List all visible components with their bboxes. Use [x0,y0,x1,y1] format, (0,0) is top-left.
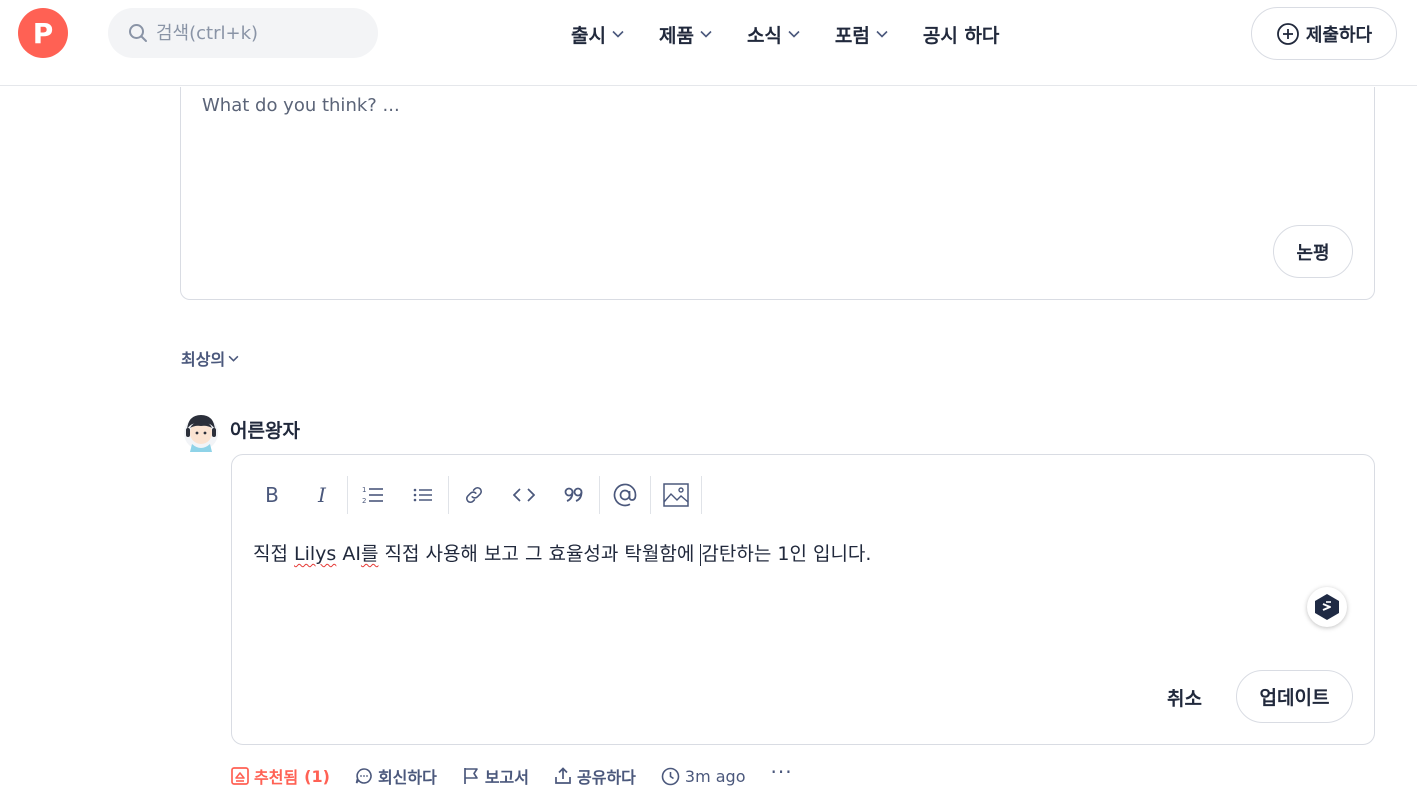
ordered-list-button[interactable]: 12 [353,475,393,515]
text-segment: AI [336,543,361,565]
editor-toolbar: B I 12 [252,475,707,515]
code-icon [513,488,535,502]
comment-button[interactable]: 논평 [1273,225,1353,278]
mention-button[interactable] [605,475,645,515]
comment-timestamp: 3m ago [661,767,746,786]
quote-icon [564,487,583,502]
toolbar-divider [650,476,651,514]
toolbar-divider [599,476,600,514]
nav-label: 공시 하다 [922,24,1000,47]
link-button[interactable] [454,475,494,515]
chevron-down-icon [876,30,888,38]
reply-button[interactable]: 회신하다 [355,764,437,788]
speech-bubble-icon [355,768,372,784]
main-nav: 출시 제품 소식 포럼 공시 하다 [571,20,1034,48]
chevron-down-icon [612,30,624,38]
sort-label: 최상의 [181,350,226,369]
image-icon [663,483,689,507]
svg-text:2: 2 [362,497,366,505]
top-header: P 출시 제품 소식 포럼 공시 하다 제출하다 [0,0,1417,86]
cancel-button[interactable]: 취소 [1167,684,1202,711]
product-hunt-logo[interactable]: P [18,8,68,58]
text-segment: 직접 [253,543,294,565]
logo-letter: P [32,16,54,50]
upvote-button[interactable]: 추천됨 (1) [231,764,330,788]
upvote-label: 추천됨 [254,768,299,787]
svg-text:1: 1 [362,486,366,494]
chevron-down-icon [700,30,712,38]
comment-editor-content[interactable]: 직접 Lilys AI를 직접 사용해 보고 그 효율성과 탁월함에 감탄하는 … [253,539,871,566]
flag-icon [463,768,478,784]
search-input[interactable] [156,22,356,44]
toolbar-divider [701,476,702,514]
ai-assistant-button[interactable] [1307,587,1347,627]
image-button[interactable] [656,475,696,515]
upvote-icon [231,767,249,785]
code-button[interactable] [504,475,544,515]
italic-button[interactable]: I [302,475,342,515]
misspelled-word: Lilys [294,543,337,565]
share-button[interactable]: 공유하다 [554,764,636,788]
misspelled-word: 를 [360,543,379,565]
report-label: 보고서 [484,768,529,787]
submit-label: 제출하다 [1305,24,1373,46]
time-label: 3m ago [684,766,746,786]
link-icon [466,487,482,503]
text-segment: 직접 사용해 보고 그 효율성과 탁월함에 [378,543,701,565]
ordered-list-icon: 12 [362,486,383,505]
toolbar-divider [448,476,449,514]
nav-launches[interactable]: 출시 [571,21,624,48]
update-button[interactable]: 업데이트 [1236,670,1353,723]
ai-assistant-icon [1315,594,1339,620]
nav-label: 제품 [658,24,694,47]
nav-products[interactable]: 제품 [659,21,712,48]
user-avatar[interactable] [182,412,220,452]
bold-button[interactable]: B [252,475,292,515]
search-bar[interactable] [108,8,378,58]
plus-circle-icon [1276,22,1299,45]
nav-label: 소식 [746,24,782,47]
at-sign-icon [613,483,637,507]
nav-news[interactable]: 소식 [747,21,800,48]
text-segment: 감탄하는 1인 입니다. [701,543,872,565]
nav-forums[interactable]: 포럼 [835,21,888,48]
toolbar-divider [347,476,348,514]
nav-advertise[interactable]: 공시 하다 [923,21,1000,48]
comment-actions: 추천됨 (1) 회신하다 보고서 공유하다 3m ago ··· [231,760,793,788]
nav-label: 포럼 [834,24,870,47]
search-icon [129,24,147,42]
upvote-count: (1) [304,766,330,786]
submit-button[interactable]: 제출하다 [1251,7,1397,60]
chevron-down-icon [788,30,800,38]
reply-label: 회신하다 [377,768,437,787]
report-button[interactable]: 보고서 [462,764,529,788]
quote-button[interactable] [554,475,594,515]
share-icon [555,767,571,784]
comment-username[interactable]: 어른왕자 [230,416,300,443]
comment-input[interactable] [202,95,1302,215]
clock-icon [661,767,680,785]
comment-editor: B I 12 직접 Lilys AI를 직접 사용해 보고 그 효율성과 탁월함… [231,454,1375,745]
sort-dropdown[interactable]: 최상의 [181,346,239,370]
new-comment-box: 논평 [180,87,1375,300]
bullet-list-button[interactable] [403,475,443,515]
share-label: 공유하다 [577,768,636,787]
more-options-button[interactable]: ··· [771,760,793,784]
chevron-down-icon [228,355,239,362]
bullet-list-icon [413,488,432,502]
nav-label: 출시 [571,24,606,47]
